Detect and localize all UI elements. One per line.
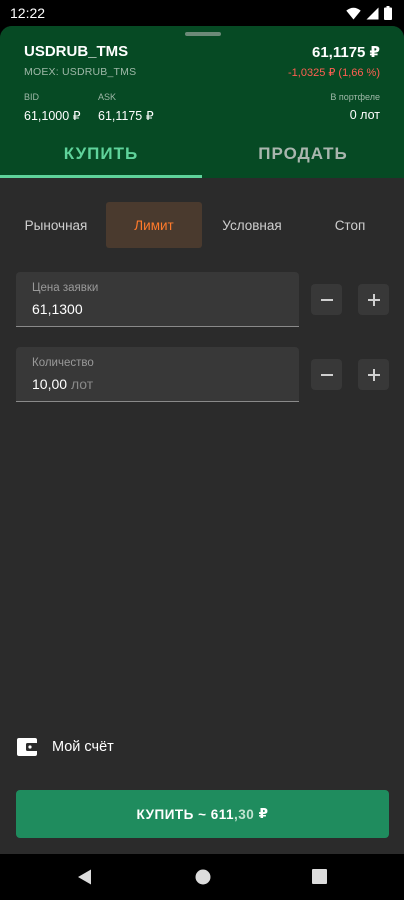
quantity-unit: лот — [70, 376, 94, 392]
price-decrement-button[interactable] — [311, 284, 342, 315]
wifi-icon — [346, 7, 361, 19]
system-navigation-bar — [0, 854, 404, 900]
plus-icon — [367, 293, 380, 306]
plus-icon — [367, 368, 380, 381]
order-type-stop[interactable]: Стоп — [302, 202, 398, 248]
wallet-icon — [17, 738, 38, 756]
instrument-price: 61,1175 ₽ — [312, 44, 380, 61]
account-label: Мой счёт — [52, 739, 114, 755]
minus-icon — [320, 373, 333, 376]
order-type-conditional[interactable]: Условная — [202, 202, 302, 248]
price-increment-button[interactable] — [358, 284, 389, 315]
back-icon[interactable] — [77, 869, 92, 885]
status-icons — [346, 5, 392, 21]
order-type-market[interactable]: Рыночная — [6, 202, 106, 248]
order-price-field[interactable]: Цена заявки 61,1300 — [16, 272, 299, 327]
quantity-increment-button[interactable] — [358, 359, 389, 390]
status-bar: 12:22 — [0, 0, 404, 26]
minus-icon — [320, 298, 333, 301]
buy-button-decimal: ,30 — [234, 806, 255, 822]
side-tabs: КУПИТЬ ПРОДАТЬ — [0, 129, 404, 178]
home-icon[interactable] — [195, 869, 211, 885]
price-change: -1,0325 ₽ (1,66 %) — [288, 67, 380, 79]
quantity-value: 10,00 — [32, 376, 68, 392]
submit-buy-button[interactable]: КУПИТЬ ~ 611,30 ₽ — [16, 790, 389, 838]
instrument-exchange: MOEX: USDRUB_TMS — [24, 66, 137, 78]
ask-label: ASK — [98, 92, 117, 102]
order-price-value[interactable]: 61,1300 — [32, 301, 83, 317]
tab-sell[interactable]: ПРОДАТЬ — [202, 129, 404, 178]
recents-icon[interactable] — [312, 869, 327, 884]
quantity-field[interactable]: Количество 10,00 лот — [16, 347, 299, 402]
trade-sheet: USDRUB_TMS MOEX: USDRUB_TMS 61,1175 ₽ -1… — [0, 26, 404, 854]
buy-button-amount: КУПИТЬ ~ 611 — [136, 806, 235, 822]
sheet-drag-handle[interactable] — [185, 32, 221, 36]
order-type-limit[interactable]: Лимит — [106, 202, 202, 248]
status-time: 12:22 — [10, 5, 46, 21]
ask-value: 61,1175 ₽ — [98, 109, 154, 123]
active-tab-indicator — [0, 175, 202, 178]
cellular-signal-icon — [366, 7, 379, 19]
portfolio-value: 0 лот — [349, 108, 380, 122]
quantity-value-wrap[interactable]: 10,00 лот — [32, 376, 93, 392]
buy-button-currency: ₽ — [254, 806, 269, 821]
battery-icon — [384, 6, 392, 20]
instrument-ticker: USDRUB_TMS — [24, 43, 129, 60]
account-selector[interactable]: Мой счёт — [16, 734, 114, 760]
instrument-header: USDRUB_TMS MOEX: USDRUB_TMS 61,1175 ₽ -1… — [0, 26, 404, 178]
quantity-label: Количество — [32, 357, 94, 369]
quantity-decrement-button[interactable] — [311, 359, 342, 390]
tab-buy[interactable]: КУПИТЬ — [0, 129, 202, 178]
bid-label: BID — [24, 92, 40, 102]
portfolio-label: В портфеле — [330, 92, 380, 102]
order-price-label: Цена заявки — [32, 282, 99, 294]
order-type-selector: Рыночная Лимит Условная Стоп — [6, 202, 398, 248]
bid-value: 61,1000 ₽ — [24, 109, 81, 123]
